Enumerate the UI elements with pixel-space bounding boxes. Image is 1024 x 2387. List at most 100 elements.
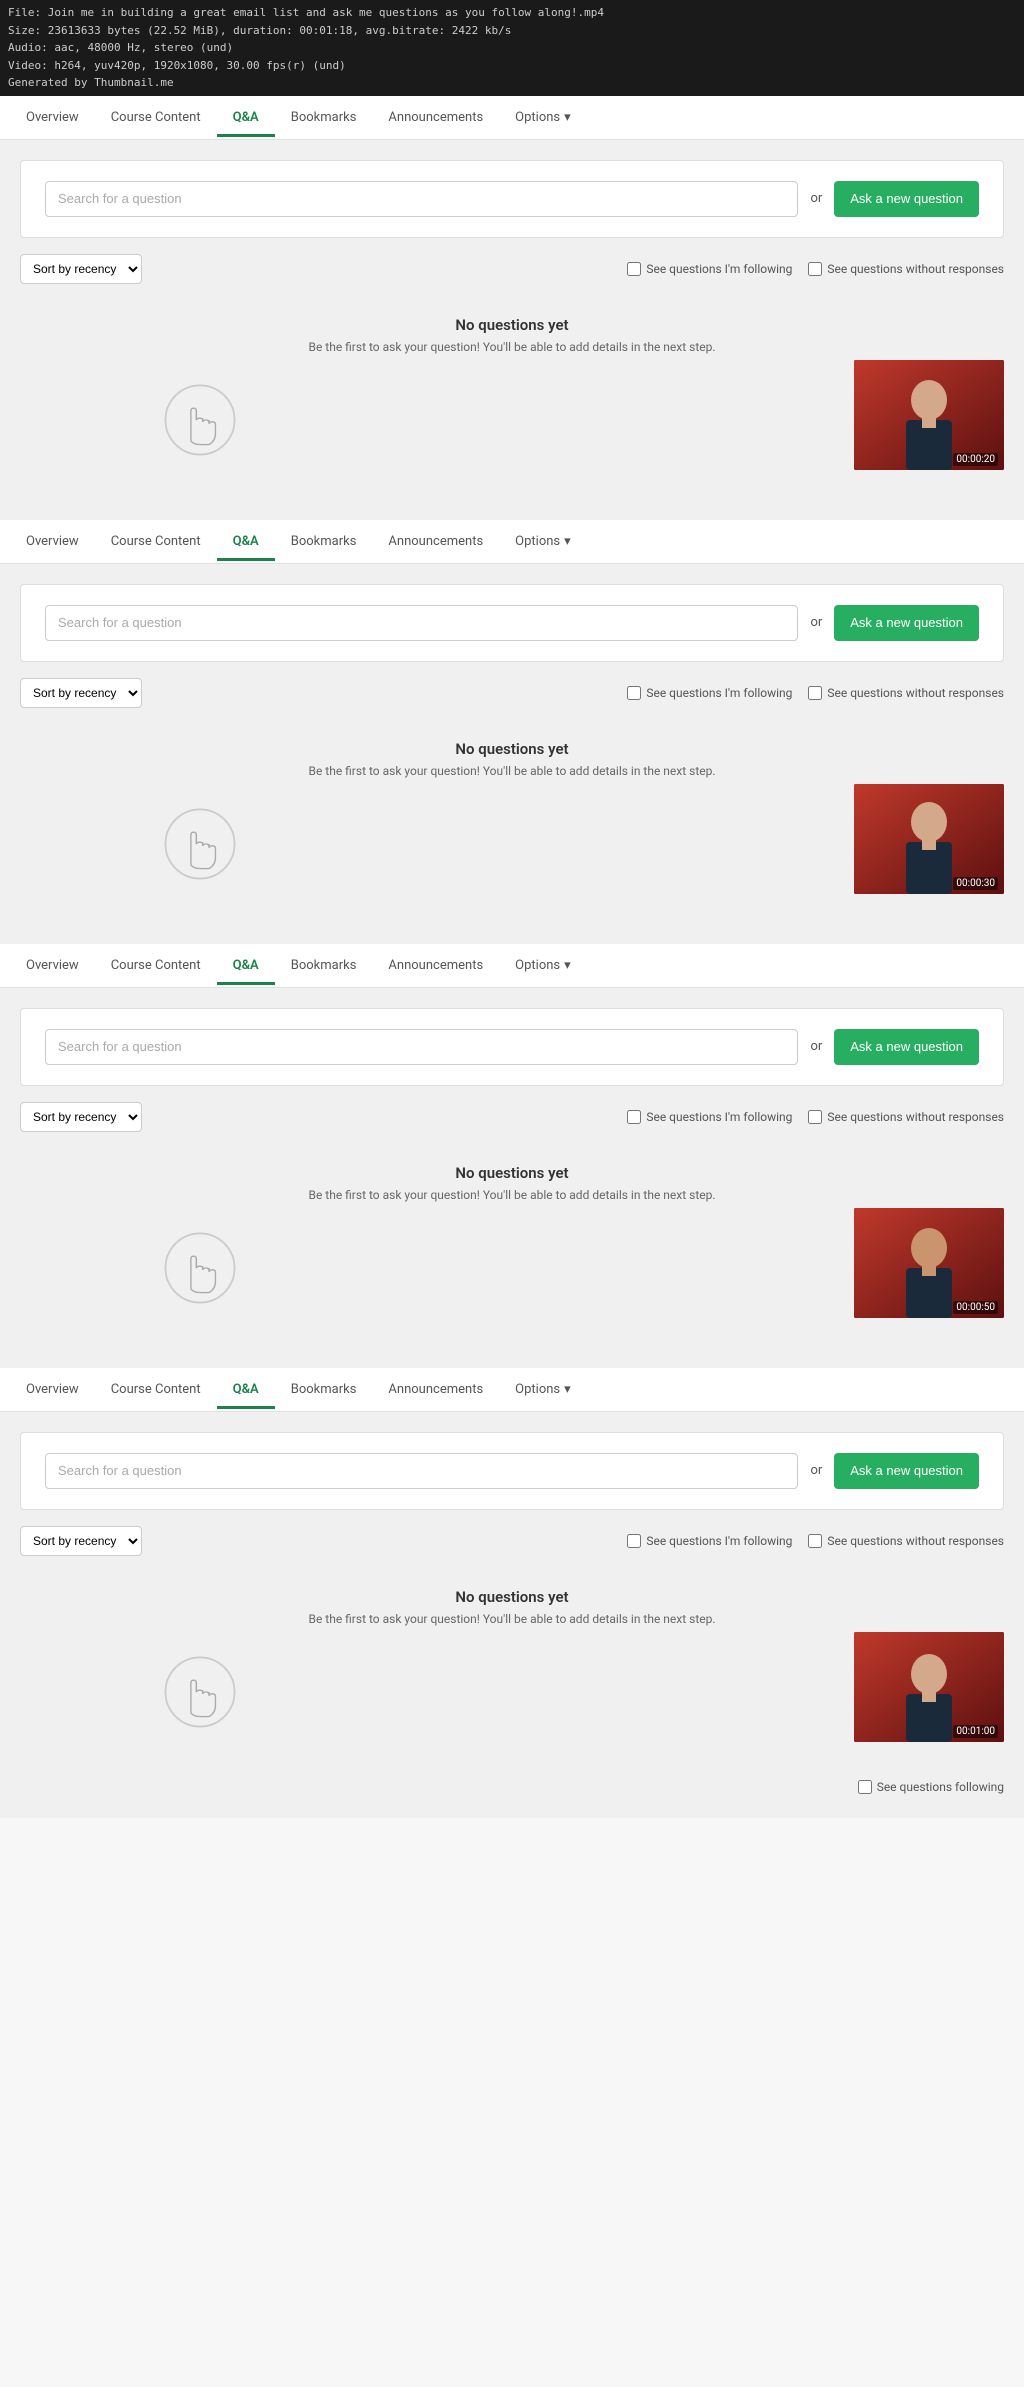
no-responses-filter-label-4[interactable]: See questions without responses	[808, 1534, 1004, 1548]
ask-new-question-button-4[interactable]: Ask a new question	[834, 1453, 979, 1489]
hand-icon-2	[160, 794, 240, 894]
no-questions-subtitle-1: Be the first to ask your question! You'l…	[20, 340, 1004, 354]
nav-bar-3: Overview Course Content Q&A Bookmarks An…	[0, 944, 1024, 988]
ask-new-question-button-3[interactable]: Ask a new question	[834, 1029, 979, 1065]
nav-qa-2[interactable]: Q&A	[217, 522, 275, 561]
video-thumbnail-3: 00:00:50	[854, 1208, 1004, 1318]
file-info-line4: Video: h264, yuv420p, 1920x1080, 30.00 f…	[8, 57, 1016, 75]
nav-bar-1: Overview Course Content Q&A Bookmarks An…	[0, 96, 1024, 140]
file-info-line2: Size: 23613633 bytes (22.52 MiB), durati…	[8, 22, 1016, 40]
no-responses-checkbox-3[interactable]	[808, 1110, 822, 1124]
no-questions-subtitle-4: Be the first to ask your question! You'l…	[20, 1612, 1004, 1626]
following-filter-label-2[interactable]: See questions I'm following	[627, 686, 792, 700]
video-timer-2: 00:00:30	[953, 877, 998, 890]
nav-course-content-2[interactable]: Course Content	[95, 522, 217, 561]
nav-bookmarks-1[interactable]: Bookmarks	[275, 98, 373, 137]
nav-qa-3[interactable]: Q&A	[217, 946, 275, 985]
nav-course-content-3[interactable]: Course Content	[95, 946, 217, 985]
nav-options-2[interactable]: Options ▾	[499, 522, 587, 561]
nav-overview-4[interactable]: Overview	[10, 1370, 95, 1409]
hand-icon-1	[160, 370, 240, 470]
hand-icon-container-3: 00:00:50	[20, 1218, 1004, 1338]
no-responses-filter-label-1[interactable]: See questions without responses	[808, 262, 1004, 276]
filter-row-3: Sort by recency See questions I'm follow…	[20, 1102, 1004, 1132]
section-4: Overview Course Content Q&A Bookmarks An…	[0, 1368, 1024, 1818]
video-thumbnail-2: 00:00:30	[854, 784, 1004, 894]
nav-overview-1[interactable]: Overview	[10, 98, 95, 137]
sort-select-3[interactable]: Sort by recency	[20, 1102, 142, 1132]
nav-options-4[interactable]: Options ▾	[499, 1370, 587, 1409]
nav-course-content-1[interactable]: Course Content	[95, 98, 217, 137]
chevron-down-icon-1: ▾	[564, 110, 571, 125]
nav-options-3[interactable]: Options ▾	[499, 946, 587, 985]
search-input-2[interactable]	[45, 605, 798, 641]
nav-bookmarks-2[interactable]: Bookmarks	[275, 522, 373, 561]
following-checkbox-3[interactable]	[627, 1110, 641, 1124]
nav-bookmarks-3[interactable]: Bookmarks	[275, 946, 373, 985]
ask-new-question-button-2[interactable]: Ask a new question	[834, 605, 979, 641]
nav-course-content-4[interactable]: Course Content	[95, 1370, 217, 1409]
video-timer-4: 00:01:00	[953, 1725, 998, 1738]
nav-overview-3[interactable]: Overview	[10, 946, 95, 985]
hand-icon-4	[160, 1642, 240, 1742]
hand-icon-container-1: 00:00:20	[20, 370, 1004, 490]
no-responses-filter-label-2[interactable]: See questions without responses	[808, 686, 1004, 700]
no-responses-checkbox-1[interactable]	[808, 262, 822, 276]
qa-card-1: or Ask a new question	[20, 160, 1004, 238]
file-info-line3: Audio: aac, 48000 Hz, stereo (und)	[8, 39, 1016, 57]
or-text-1: or	[810, 191, 822, 206]
section-panel-1: or Ask a new question Sort by recency Se…	[0, 140, 1024, 520]
or-text-2: or	[810, 615, 822, 630]
following-checkbox-2[interactable]	[627, 686, 641, 700]
no-responses-filter-label-3[interactable]: See questions without responses	[808, 1110, 1004, 1124]
following-filter-label-4[interactable]: See questions I'm following	[627, 1534, 792, 1548]
sort-select-2[interactable]: Sort by recency	[20, 678, 142, 708]
nav-announcements-1[interactable]: Announcements	[372, 98, 499, 137]
search-row-4: or Ask a new question	[45, 1453, 979, 1489]
nav-bar-4: Overview Course Content Q&A Bookmarks An…	[0, 1368, 1024, 1412]
search-input-4[interactable]	[45, 1453, 798, 1489]
no-questions-subtitle-3: Be the first to ask your question! You'l…	[20, 1188, 1004, 1202]
search-row-3: or Ask a new question	[45, 1029, 979, 1065]
file-info-line1: File: Join me in building a great email …	[8, 4, 1016, 22]
following-checkbox-4[interactable]	[627, 1534, 641, 1548]
see-questions-following-label[interactable]: See questions following	[858, 1780, 1004, 1794]
chevron-down-icon-3: ▾	[564, 958, 571, 973]
nav-announcements-2[interactable]: Announcements	[372, 522, 499, 561]
no-responses-checkbox-2[interactable]	[808, 686, 822, 700]
no-questions-subtitle-2: Be the first to ask your question! You'l…	[20, 764, 1004, 778]
file-info-line5: Generated by Thumbnail.me	[8, 74, 1016, 92]
filter-row-4: Sort by recency See questions I'm follow…	[20, 1526, 1004, 1556]
no-questions-section-4: No questions yet Be the first to ask you…	[20, 1572, 1004, 1772]
nav-announcements-4[interactable]: Announcements	[372, 1370, 499, 1409]
no-responses-checkbox-4[interactable]	[808, 1534, 822, 1548]
video-timer-3: 00:00:50	[953, 1301, 998, 1314]
following-filter-label-1[interactable]: See questions I'm following	[627, 262, 792, 276]
nav-bookmarks-4[interactable]: Bookmarks	[275, 1370, 373, 1409]
ask-new-question-button-1[interactable]: Ask a new question	[834, 181, 979, 217]
search-input-3[interactable]	[45, 1029, 798, 1065]
video-timer-1: 00:00:20	[953, 453, 998, 466]
nav-qa-1[interactable]: Q&A	[217, 98, 275, 137]
or-text-4: or	[810, 1463, 822, 1478]
section-panel-4: or Ask a new question Sort by recency Se…	[0, 1412, 1024, 1818]
no-questions-section-3: No questions yet Be the first to ask you…	[20, 1148, 1004, 1348]
filter-row-2: Sort by recency See questions I'm follow…	[20, 678, 1004, 708]
nav-announcements-3[interactable]: Announcements	[372, 946, 499, 985]
following-filter-label-3[interactable]: See questions I'm following	[627, 1110, 792, 1124]
nav-options-1[interactable]: Options ▾	[499, 98, 587, 137]
no-questions-title-4: No questions yet	[20, 1588, 1004, 1606]
search-input-1[interactable]	[45, 181, 798, 217]
nav-overview-2[interactable]: Overview	[10, 522, 95, 561]
video-thumbnail-1: 00:00:20	[854, 360, 1004, 470]
chevron-down-icon-2: ▾	[564, 534, 571, 549]
sort-select-4[interactable]: Sort by recency	[20, 1526, 142, 1556]
section-panel-2: or Ask a new question Sort by recency Se…	[0, 564, 1024, 944]
see-questions-following-checkbox[interactable]	[858, 1780, 872, 1794]
sort-select-1[interactable]: Sort by recency	[20, 254, 142, 284]
nav-qa-4[interactable]: Q&A	[217, 1370, 275, 1409]
qa-card-4: or Ask a new question	[20, 1432, 1004, 1510]
no-questions-title-1: No questions yet	[20, 316, 1004, 334]
hand-icon-3	[160, 1218, 240, 1318]
following-checkbox-1[interactable]	[627, 262, 641, 276]
